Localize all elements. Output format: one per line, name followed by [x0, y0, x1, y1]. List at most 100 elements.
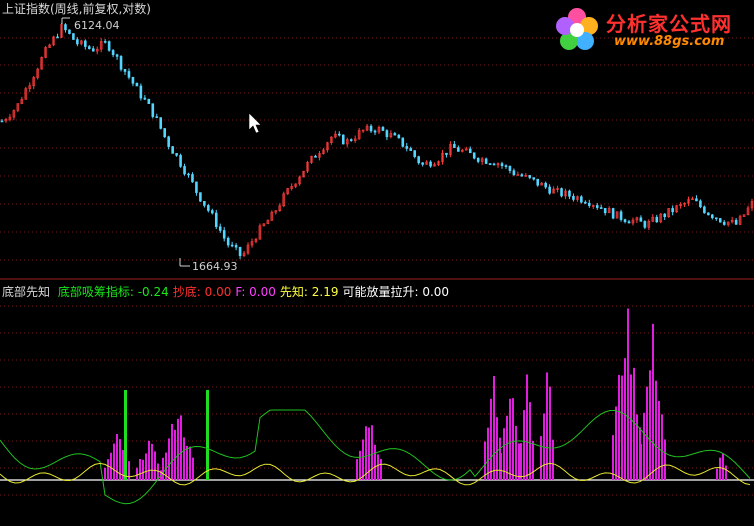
candle-body: [409, 148, 413, 151]
indicator-bar: [627, 308, 629, 480]
candle-body: [421, 162, 424, 165]
candle-body: [476, 157, 480, 162]
candle-body: [520, 174, 524, 177]
indicator-bar: [148, 440, 150, 480]
indicator-bar: [192, 457, 194, 480]
candle-body: [695, 198, 698, 202]
indicator-bar: [552, 439, 554, 480]
candle-body: [211, 210, 214, 214]
candle-body: [595, 205, 599, 208]
candle-body: [238, 246, 242, 256]
candle-body: [143, 97, 147, 100]
candle-body: [187, 173, 190, 176]
indicator-bar: [512, 398, 514, 480]
candle-body: [84, 40, 87, 47]
indicator-bar: [515, 425, 517, 480]
candle-body: [663, 213, 667, 218]
indicator-bar: [189, 446, 191, 480]
candle-body: [159, 117, 163, 129]
watermark-url: www.88gs.com: [614, 34, 725, 49]
candle-body: [500, 163, 504, 166]
candle-body: [588, 202, 591, 206]
indicator-bar: [116, 434, 118, 480]
candle-body: [119, 56, 123, 70]
candle-body: [516, 174, 520, 176]
indicator-bar: [549, 386, 551, 480]
indicator-bar: [655, 380, 657, 480]
indicator-bar: [145, 453, 147, 480]
indicator-bar: [493, 376, 495, 480]
candle-body: [175, 153, 178, 156]
indicator-bar: [618, 374, 620, 480]
indicator-bar: [518, 443, 520, 480]
indicator-bar: [649, 370, 651, 480]
candle-body: [349, 139, 353, 141]
candle-body: [139, 85, 143, 99]
indicator-legend-item: 抄底: 0.00: [172, 285, 232, 299]
price-candles: [0, 22, 754, 260]
candle-body: [76, 39, 79, 45]
flower-logo-icon: [556, 8, 598, 50]
indicator-bar: [110, 452, 112, 480]
indicator-bar: [500, 453, 502, 480]
candle-body: [512, 170, 516, 175]
candle-body: [171, 146, 174, 154]
indicator-bar: [183, 437, 185, 480]
candle-body: [560, 188, 563, 197]
indicator-bar: [529, 402, 531, 480]
candle-body: [639, 217, 643, 222]
candle-body: [207, 205, 210, 211]
candle-body: [734, 219, 738, 225]
candle-body: [381, 127, 385, 131]
candle-body: [107, 41, 111, 51]
candle-body: [413, 150, 417, 157]
candle-body: [508, 165, 512, 171]
candle-body: [115, 54, 119, 57]
candle-body: [492, 163, 496, 166]
indicator-bar: [365, 426, 367, 480]
indicator-bar: [136, 467, 138, 480]
candle-body: [453, 143, 456, 148]
indicator-plot: [0, 308, 754, 505]
indicator-bar: [652, 323, 654, 480]
indicator-bar: [661, 414, 663, 480]
indicator-bar: [643, 412, 645, 480]
candle-body: [429, 161, 432, 167]
candle-body: [603, 208, 607, 214]
candle-body: [111, 50, 115, 56]
indicator-bar: [664, 439, 666, 480]
candle-body: [623, 219, 627, 222]
candle-body: [314, 155, 317, 158]
candle-body: [599, 207, 603, 209]
candle-body: [103, 41, 107, 43]
indicator-bar: [523, 410, 525, 480]
indicator-bar: [107, 459, 109, 480]
candle-body: [619, 211, 623, 220]
candle-body: [167, 136, 170, 147]
indicator-legend-item: 先知: 2.19: [279, 285, 339, 299]
indicator-spike: [206, 390, 209, 480]
candle-body: [135, 83, 139, 87]
candle-body: [572, 196, 575, 200]
candle-body: [214, 212, 218, 228]
candle-body: [580, 196, 583, 203]
candle-body: [655, 216, 659, 223]
indicator-bar: [171, 423, 173, 480]
candle-body: [401, 137, 405, 147]
stock-chart[interactable]: 6124.04 1664.93: [0, 0, 754, 526]
candle-body: [488, 163, 492, 165]
indicator-legend: 底部先知 底部吸筹指标: -0.24 抄底: 0.00 F: 0.00 先知: 2.1…: [2, 283, 457, 300]
candle-body: [191, 174, 194, 183]
candle-body: [671, 208, 674, 213]
indicator-bar: [532, 440, 534, 480]
candle-body: [405, 146, 409, 149]
candle-body: [56, 36, 59, 39]
mouse-cursor-icon: [248, 112, 262, 134]
indicator-bar: [624, 358, 626, 480]
indicator-bar: [520, 443, 522, 480]
candle-body: [179, 155, 182, 167]
candle-body: [722, 221, 726, 225]
candle-body: [714, 217, 718, 220]
indicator-bar: [640, 443, 642, 480]
indicator-bar: [615, 406, 617, 480]
